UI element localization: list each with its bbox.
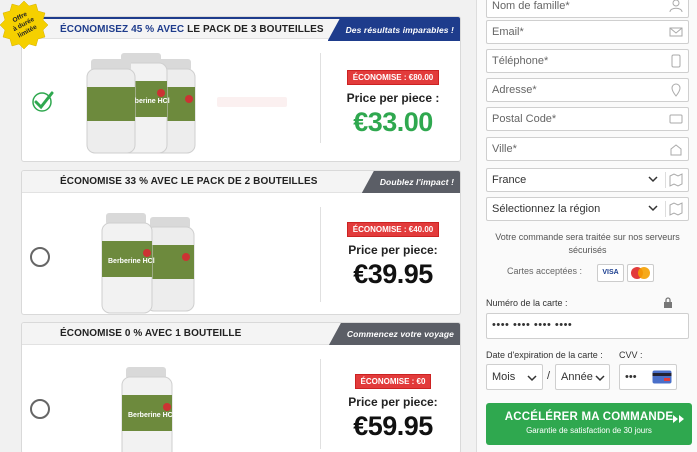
secure-note: Votre commande sera traitée sur nos serv… <box>495 232 680 255</box>
city-icon <box>670 144 682 156</box>
radio-button[interactable] <box>30 247 50 267</box>
product-bottles-image: Berberine HCl <box>86 53 196 154</box>
product-bottles-image: Berberine HCl <box>121 367 175 452</box>
phone-icon <box>671 54 681 68</box>
savings-badge: ÉCONOMISE : €0 <box>354 374 432 389</box>
checkmark-icon[interactable] <box>30 89 54 113</box>
lastname-placeholder: Nom de famille* <box>492 0 570 12</box>
checkout-page: ÉCONOMISEZ 45 % AVEC LE PACK DE 3 BOUTEI… <box>0 0 697 452</box>
bottle-label: Berberine HCl <box>128 412 175 419</box>
select-separator <box>665 201 666 217</box>
email-field[interactable]: Email* <box>486 20 689 44</box>
limited-offer-seal-icon: Offre à durée limitée <box>0 0 48 50</box>
savings-badge: ÉCONOMISE : €80.00 <box>346 70 440 85</box>
region-select[interactable]: Sélectionnez la région <box>486 197 689 221</box>
price: €33.00 <box>353 107 433 137</box>
bottle-label: Berberine HCl <box>108 258 155 265</box>
month-value: Mois <box>492 371 516 383</box>
divider <box>320 207 321 302</box>
divider <box>320 53 321 143</box>
mastercard-icon <box>627 264 654 282</box>
pin-icon <box>671 83 681 97</box>
card-number-label: Numéro de la carte : <box>486 298 568 308</box>
map-icon <box>669 173 683 187</box>
card-icon <box>652 370 672 384</box>
price-area: ÉCONOMISE : €0 Price per piece: €59.95 <box>332 371 454 442</box>
select-separator <box>665 172 666 188</box>
price-label: Price per piece: <box>348 243 438 257</box>
chevron-down-icon <box>648 205 658 212</box>
country-value: France <box>492 174 527 186</box>
zip-icon <box>669 114 683 124</box>
price-label: Price per piece: <box>348 395 438 409</box>
month-select[interactable]: Mois <box>486 364 543 390</box>
offer-header: ÉCONOMISEZ 45 % AVEC LE PACK DE 3 BOUTEI… <box>22 17 460 41</box>
submit-label: ACCÉLÉRER MA COMMANDE <box>504 411 674 423</box>
price: €39.95 <box>353 259 433 289</box>
offer-header-text: ÉCONOMISE 33 % AVEC LE PACK DE 2 BOUTEIL… <box>60 176 318 187</box>
lock-icon <box>664 297 672 308</box>
region-value: Sélectionnez la région <box>492 203 601 215</box>
submit-sub-label: Garantie de satisfaction de 30 jours <box>526 426 652 435</box>
offer-header: ÉCONOMISE 0 % AVEC 1 BOUTEILLE Commencez… <box>22 323 460 345</box>
lastname-field[interactable]: Nom de famille* <box>486 0 689 18</box>
double-arrow-icon <box>673 415 684 423</box>
phone-field[interactable]: Téléphone* <box>486 49 689 73</box>
card-number-field[interactable]: •••• •••• •••• •••• <box>486 313 689 339</box>
price: €59.95 <box>353 411 433 441</box>
offer-header-text: LE PACK DE 3 BOUTEILLES <box>184 24 324 35</box>
offer-header-highlight: ÉCONOMISEZ 45 % AVEC <box>60 24 185 35</box>
chevron-down-icon <box>648 176 658 183</box>
map-icon <box>669 202 683 216</box>
offer-card-3-bottles[interactable]: ÉCONOMISEZ 45 % AVEC LE PACK DE 3 BOUTEI… <box>21 16 461 162</box>
cvv-field[interactable]: ••• <box>619 364 677 390</box>
year-select[interactable]: Année <box>555 364 610 390</box>
year-value: Année <box>561 371 593 383</box>
card-number-value: •••• •••• •••• •••• <box>492 319 573 331</box>
cards-accepted-label: Cartes acceptées : <box>507 266 583 276</box>
city-placeholder: Ville* <box>492 143 517 155</box>
chevron-down-icon <box>595 375 605 382</box>
submit-order-button[interactable]: ACCÉLÉRER MA COMMANDE Garantie de satisf… <box>486 403 692 445</box>
offer-ribbon: Commencez votre voyage <box>328 323 460 345</box>
divider <box>320 359 321 449</box>
visa-icon: VISA <box>597 264 624 282</box>
postal-placeholder: Postal Code* <box>492 113 557 125</box>
faded-strip <box>217 97 287 107</box>
country-select[interactable]: France <box>486 168 689 192</box>
mail-icon <box>669 27 683 37</box>
price-area: ÉCONOMISE : €40.00 Price per piece: €39.… <box>332 219 454 290</box>
price-label: Price per piece : <box>346 91 440 105</box>
offer-ribbon: Doublez l'impact ! <box>361 171 460 193</box>
cvv-value: ••• <box>625 371 637 383</box>
city-field[interactable]: Ville* <box>486 137 689 161</box>
expiry-label: Date d'expiration de la carte : <box>486 350 603 360</box>
checkout-form: Nom de famille* Email* Téléphone* Adress… <box>476 0 697 452</box>
offer-header: ÉCONOMISE 33 % AVEC LE PACK DE 2 BOUTEIL… <box>22 171 460 193</box>
offer-card-1-bottle[interactable]: ÉCONOMISE 0 % AVEC 1 BOUTEILLE Commencez… <box>21 322 461 452</box>
phone-placeholder: Téléphone* <box>492 55 549 67</box>
date-separator: / <box>547 370 551 382</box>
offer-header-text: ÉCONOMISE 0 % AVEC 1 BOUTEILLE <box>60 328 242 339</box>
savings-badge: ÉCONOMISE : €40.00 <box>346 222 440 237</box>
offer-ribbon: Des résultats imparables ! <box>327 19 460 41</box>
postal-code-field[interactable]: Postal Code* <box>486 107 689 131</box>
email-placeholder: Email* <box>492 26 524 38</box>
offer-card-2-bottles[interactable]: ÉCONOMISE 33 % AVEC LE PACK DE 2 BOUTEIL… <box>21 170 461 315</box>
address-field[interactable]: Adresse* <box>486 78 689 102</box>
product-bottles-image: Berberine HCl <box>101 213 195 314</box>
user-icon <box>669 0 683 13</box>
radio-button[interactable] <box>30 399 50 419</box>
price-area: ÉCONOMISE : €80.00 Price per piece : €33… <box>332 67 454 138</box>
chevron-down-icon <box>527 375 537 382</box>
cvv-label: CVV : <box>619 350 643 360</box>
address-placeholder: Adresse* <box>492 84 537 96</box>
